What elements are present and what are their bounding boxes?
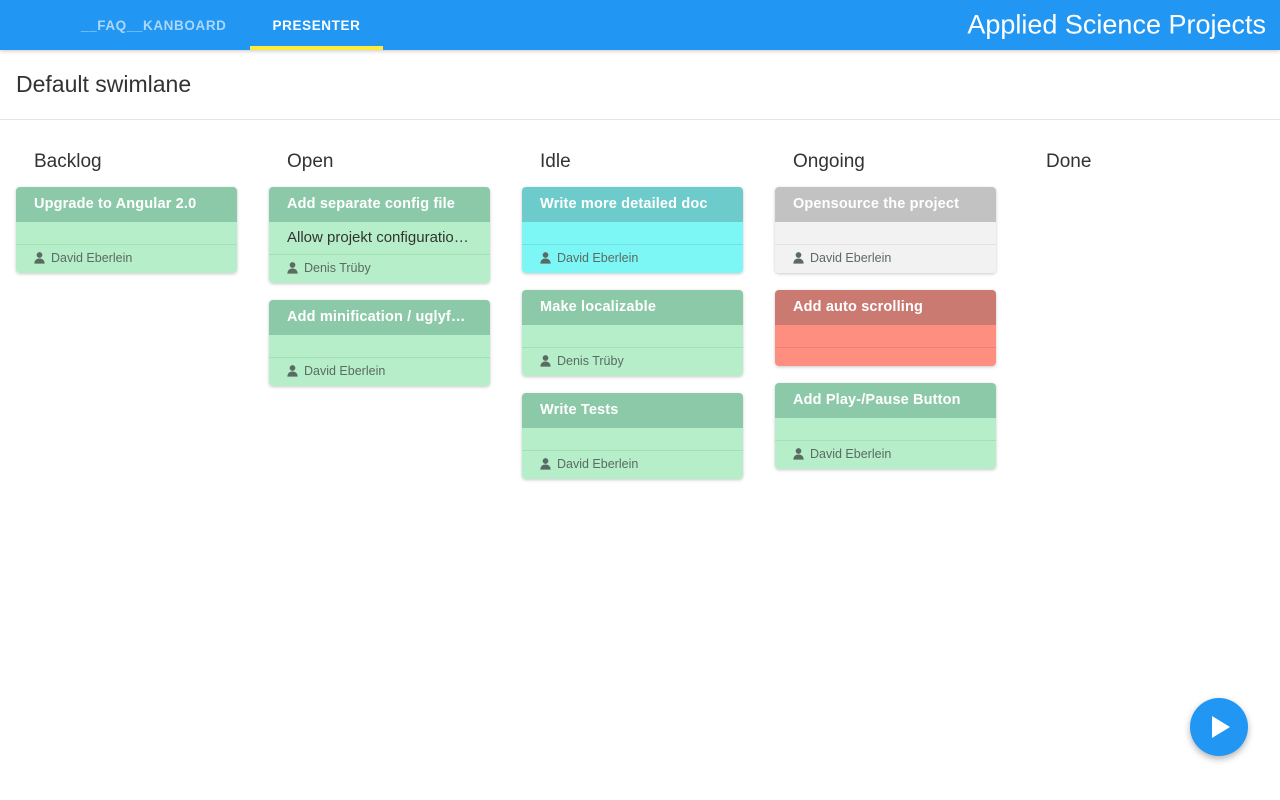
task-card-footer: David Eberlein — [16, 244, 237, 273]
task-card[interactable]: Make localizable Denis Trüby — [522, 290, 743, 376]
task-card-title: Add Play-/Pause Button — [775, 383, 996, 418]
task-card-title: Add minification / uglyfying — [269, 300, 490, 335]
column-title: Ongoing — [793, 151, 865, 172]
task-card-description — [522, 222, 743, 244]
column-idle: Idle Write more detailed doc David Eberlei… — [506, 120, 759, 799]
user-icon — [287, 365, 298, 377]
task-card-footer: David Eberlein — [522, 450, 743, 479]
user-icon — [287, 262, 298, 274]
task-card-title: Add separate config file — [269, 187, 490, 222]
task-assignee-name: David Eberlein — [51, 251, 133, 265]
task-card[interactable]: Write Tests David Eberlein — [522, 393, 743, 479]
task-card[interactable]: Add auto scrolling — [775, 290, 996, 366]
presenter-play-button[interactable] — [1190, 698, 1248, 756]
task-card[interactable]: Opensource the project David Eberlein — [775, 187, 996, 273]
task-card[interactable]: Write more detailed doc David Eberlein — [522, 187, 743, 273]
task-card-description — [775, 222, 996, 244]
user-icon — [34, 252, 45, 264]
task-assignee-name: David Eberlein — [304, 364, 386, 378]
task-card-description: Allow projekt configuration … — [269, 222, 490, 254]
app-header: __FAQ__KANBOARD PRESENTER Applied Science… — [0, 0, 1280, 50]
column-ongoing: Ongoing Opensource the project David Eberl… — [759, 120, 1012, 799]
kanban-board: Backlog Upgrade to Angular 2.0 David Eberl… — [0, 120, 1280, 799]
task-card-footer: Denis Trüby — [522, 347, 743, 376]
column-card-list: Write more detailed doc David Eberlein Mak… — [522, 187, 743, 479]
user-icon — [540, 458, 551, 470]
user-icon — [793, 252, 804, 264]
column-card-list: Add separate config file Allow projekt co… — [269, 187, 490, 386]
task-card-title: Upgrade to Angular 2.0 — [16, 187, 237, 222]
column-title: Open — [287, 151, 334, 172]
task-assignee-name: Denis Trüby — [557, 354, 624, 368]
column-backlog: Backlog Upgrade to Angular 2.0 David Eberl… — [0, 120, 253, 799]
task-card-description — [775, 325, 996, 347]
task-assignee-name: David Eberlein — [810, 251, 892, 265]
task-card-title: Write Tests — [522, 393, 743, 428]
user-icon — [540, 355, 551, 367]
task-card-description — [522, 428, 743, 450]
task-card[interactable]: Add Play-/Pause Button David Eberlein — [775, 383, 996, 469]
task-card-footer: Denis Trüby — [269, 254, 490, 283]
tab-presenter[interactable]: PRESENTER — [249, 0, 384, 50]
task-card[interactable]: Add minification / uglyfying David Eberle… — [269, 300, 490, 386]
column-card-list: Opensource the project David Eberlein Add … — [775, 187, 996, 469]
task-card[interactable]: Add separate config file Allow projekt co… — [269, 187, 490, 283]
task-card-description — [16, 222, 237, 244]
task-assignee-name: David Eberlein — [557, 457, 639, 471]
task-assignee-name: David Eberlein — [810, 447, 892, 461]
task-card[interactable]: Upgrade to Angular 2.0 David Eberlein — [16, 187, 237, 273]
app-title: Applied Science Projects — [967, 9, 1266, 40]
column-done: Done — [1012, 120, 1265, 799]
swimlane-title: Default swimlane — [16, 71, 192, 97]
column-title: Backlog — [34, 151, 102, 172]
play-icon — [1208, 716, 1231, 738]
task-card-footer — [775, 347, 996, 366]
user-icon — [540, 252, 551, 264]
task-card-footer: David Eberlein — [775, 244, 996, 273]
task-assignee-name: Denis Trüby — [304, 261, 371, 275]
swimlane-header: Default swimlane — [0, 50, 1280, 120]
task-card-title: Write more detailed doc — [522, 187, 743, 222]
task-card-description — [775, 418, 996, 440]
user-icon — [793, 448, 804, 460]
task-assignee-name: David Eberlein — [557, 251, 639, 265]
column-open: Open Add separate config file Allow projek… — [253, 120, 506, 799]
task-card-footer: David Eberlein — [775, 440, 996, 469]
column-card-list: Upgrade to Angular 2.0 David Eberlein — [16, 187, 237, 273]
task-card-title: Make localizable — [522, 290, 743, 325]
tab-faq-kanboard[interactable]: __FAQ__KANBOARD — [58, 0, 250, 50]
column-title: Idle — [540, 151, 571, 172]
task-card-description — [522, 325, 743, 347]
task-card-description — [269, 335, 490, 357]
task-card-title: Opensource the project — [775, 187, 996, 222]
task-card-footer: David Eberlein — [522, 244, 743, 273]
task-card-title: Add auto scrolling — [775, 290, 996, 325]
task-card-footer: David Eberlein — [269, 357, 490, 386]
header-tabs: __FAQ__KANBOARD PRESENTER — [58, 0, 384, 50]
column-title: Done — [1046, 151, 1092, 172]
